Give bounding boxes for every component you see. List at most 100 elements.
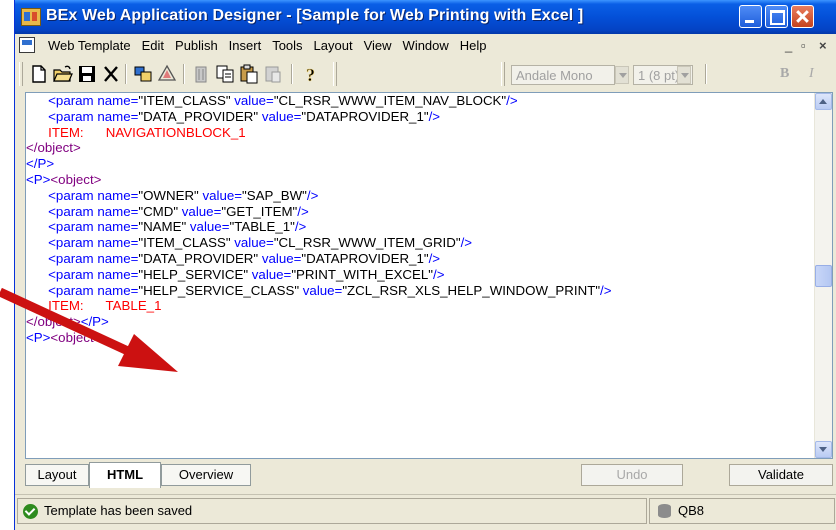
menu-view[interactable]: View bbox=[359, 38, 398, 53]
code-token: "PRINT_WITH_EXCEL" bbox=[291, 266, 434, 282]
menu-publish[interactable]: Publish bbox=[170, 38, 224, 53]
copy-icon[interactable] bbox=[215, 64, 235, 84]
code-token: <param name= bbox=[48, 282, 139, 298]
code-token: <param name= bbox=[48, 93, 139, 108]
code-token: "NAME" bbox=[138, 219, 187, 235]
code-token: value= bbox=[258, 250, 302, 266]
toolbar-separator bbox=[183, 64, 185, 84]
open-icon[interactable] bbox=[53, 64, 73, 84]
toolbar-grip[interactable] bbox=[19, 62, 23, 86]
wizard-icon[interactable] bbox=[157, 64, 177, 84]
code-line[interactable]: ITEM: TABLE_1 bbox=[26, 298, 816, 314]
menu-help[interactable]: Help bbox=[455, 38, 493, 53]
code-token: /> bbox=[433, 266, 445, 282]
menu-tools[interactable]: Tools bbox=[267, 38, 308, 53]
code-line[interactable]: <param name="NAME" value="TABLE_1"/> bbox=[26, 219, 816, 235]
help-icon[interactable]: ? bbox=[301, 64, 321, 84]
code-line[interactable]: <param name="HELP_SERVICE" value="PRINT_… bbox=[26, 267, 816, 283]
paste-icon[interactable] bbox=[239, 64, 259, 84]
paste-special-icon[interactable] bbox=[263, 64, 283, 84]
maximize-button[interactable] bbox=[765, 5, 788, 28]
code-line[interactable]: </object> bbox=[26, 140, 816, 156]
menu-edit[interactable]: Edit bbox=[137, 38, 170, 53]
menu-window[interactable]: Window bbox=[398, 38, 455, 53]
code-token: <param name= bbox=[48, 108, 139, 124]
scroll-down-icon[interactable] bbox=[815, 441, 832, 458]
save-icon[interactable] bbox=[77, 64, 97, 84]
code-line[interactable]: ITEM: NAVIGATIONBLOCK_1 bbox=[26, 125, 816, 141]
code-line[interactable]: <param name="ITEM_CLASS" value="CL_RSR_W… bbox=[26, 93, 816, 109]
validate-button[interactable]: Validate bbox=[729, 464, 833, 486]
code-token: "DATAPROVIDER_1" bbox=[301, 250, 429, 266]
code-line[interactable]: <P><object> bbox=[26, 330, 816, 346]
title-bar[interactable]: BEx Web Application Designer - [Sample f… bbox=[15, 0, 836, 34]
font-size-dropdown-arrow-icon[interactable] bbox=[677, 66, 691, 84]
trash-icon[interactable] bbox=[191, 64, 211, 84]
code-line[interactable]: <param name="DATA_PROVIDER" value="DATAP… bbox=[26, 109, 816, 125]
system-id: QB8 bbox=[678, 503, 705, 518]
code-line[interactable]: </P> bbox=[26, 156, 816, 172]
code-token: </object> bbox=[26, 314, 81, 330]
font-select[interactable]: Andale Mono bbox=[511, 65, 615, 85]
item-icon[interactable] bbox=[133, 64, 153, 84]
code-line[interactable]: <param name="HELP_SERVICE_CLASS" value="… bbox=[26, 283, 816, 299]
application-window: BEx Web Application Designer - [Sample f… bbox=[14, 0, 836, 530]
bold-button[interactable]: B bbox=[780, 66, 789, 82]
code-token: <param name= bbox=[48, 187, 139, 203]
font-dropdown-arrow-icon[interactable] bbox=[615, 66, 629, 84]
vertical-scrollbar[interactable] bbox=[814, 93, 832, 458]
code-token: <object> bbox=[50, 171, 102, 187]
menu-insert[interactable]: Insert bbox=[224, 38, 268, 53]
new-icon[interactable] bbox=[29, 64, 49, 84]
view-tab-bar: Layout HTML Overview Undo Validate bbox=[15, 462, 836, 490]
mdi-minimize-icon[interactable]: _ bbox=[785, 38, 792, 53]
code-token: ITEM: TABLE_1 bbox=[26, 298, 162, 314]
code-token: value= bbox=[258, 108, 302, 124]
svg-text:?: ? bbox=[306, 65, 315, 84]
status-message-pane: Template has been saved bbox=[17, 498, 647, 524]
document-icon[interactable] bbox=[19, 37, 35, 53]
app-icon[interactable] bbox=[21, 8, 41, 26]
scroll-up-icon[interactable] bbox=[815, 93, 832, 110]
mdi-restore-icon[interactable]: ▫ bbox=[801, 38, 806, 53]
minimize-button[interactable] bbox=[739, 5, 762, 28]
close-button[interactable] bbox=[791, 5, 814, 28]
toolbar-grip[interactable] bbox=[333, 62, 337, 86]
undo-button[interactable]: Undo bbox=[581, 464, 683, 486]
code-token: </P> bbox=[26, 156, 55, 172]
tab-overview[interactable]: Overview bbox=[161, 464, 251, 486]
format-toolbar-grip[interactable] bbox=[501, 62, 505, 86]
code-token: /> bbox=[428, 250, 441, 266]
code-line[interactable]: <P><object> bbox=[26, 172, 816, 188]
code-token: <param name= bbox=[48, 250, 139, 266]
code-line[interactable]: </object></P> bbox=[26, 314, 816, 330]
code-line[interactable]: <param name="CMD" value="GET_ITEM"/> bbox=[26, 204, 816, 220]
code-token: value= bbox=[178, 203, 222, 219]
code-token: /> bbox=[294, 219, 307, 235]
code-line[interactable]: <param name="DATA_PROVIDER" value="DATAP… bbox=[26, 251, 816, 267]
status-message: Template has been saved bbox=[44, 503, 193, 518]
system-pane: QB8 bbox=[649, 498, 835, 524]
delete-icon[interactable] bbox=[101, 64, 121, 84]
menu-web-template[interactable]: Web Template bbox=[43, 38, 137, 53]
menu-items: Web Template Edit Publish Insert Tools L… bbox=[43, 38, 493, 53]
code-line[interactable]: <param name="OWNER" value="SAP_BW"/> bbox=[26, 188, 816, 204]
database-icon bbox=[658, 504, 671, 518]
code-token: </P> bbox=[80, 314, 109, 330]
italic-button[interactable]: I bbox=[809, 66, 814, 82]
code-token: <object> bbox=[50, 329, 102, 345]
mdi-close-icon[interactable]: × bbox=[819, 38, 827, 53]
code-token: ITEM: NAVIGATIONBLOCK_1 bbox=[26, 124, 246, 140]
code-token: /> bbox=[600, 282, 612, 298]
code-token: value= bbox=[230, 235, 274, 251]
tab-layout[interactable]: Layout bbox=[25, 464, 89, 486]
code-line[interactable]: <param name="ITEM_CLASS" value="CL_RSR_W… bbox=[26, 235, 816, 251]
code-token: </object> bbox=[26, 140, 81, 156]
tab-html[interactable]: HTML bbox=[89, 462, 161, 488]
code-view[interactable]: <param name="ITEM_CLASS" value="CL_RSR_W… bbox=[26, 93, 816, 346]
scrollbar-thumb[interactable] bbox=[815, 265, 832, 287]
menu-layout[interactable]: Layout bbox=[309, 38, 359, 53]
html-editor[interactable]: <param name="ITEM_CLASS" value="CL_RSR_W… bbox=[25, 92, 833, 459]
